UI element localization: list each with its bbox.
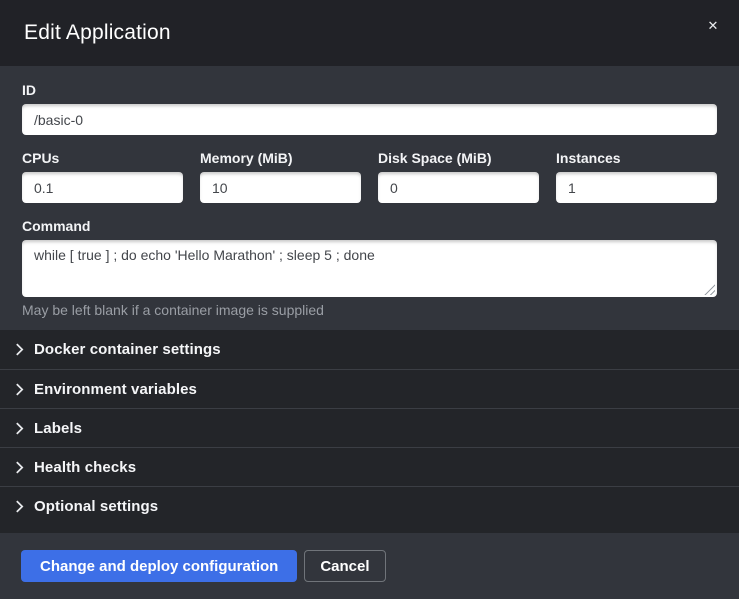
section-label: Environment variables bbox=[34, 381, 197, 398]
section-health-checks[interactable]: Health checks bbox=[0, 447, 739, 486]
chevron-right-icon bbox=[15, 343, 24, 356]
disk-input[interactable] bbox=[378, 172, 539, 203]
instances-label: Instances bbox=[556, 150, 717, 166]
command-label: Command bbox=[22, 218, 717, 234]
command-textarea[interactable]: while [ true ] ; do echo 'Hello Marathon… bbox=[22, 240, 717, 297]
section-environment-variables[interactable]: Environment variables bbox=[0, 369, 739, 408]
command-help-text: May be left blank if a container image i… bbox=[22, 302, 717, 318]
command-textarea-wrap: while [ true ] ; do echo 'Hello Marathon… bbox=[22, 240, 717, 297]
instances-input[interactable] bbox=[556, 172, 717, 203]
disk-label: Disk Space (MiB) bbox=[378, 150, 539, 166]
cpus-field-group: CPUs bbox=[22, 150, 183, 203]
section-label: Labels bbox=[34, 420, 82, 437]
chevron-right-icon bbox=[15, 500, 24, 513]
section-label: Optional settings bbox=[34, 498, 158, 515]
section-docker-container-settings[interactable]: Docker container settings bbox=[0, 330, 739, 369]
form-section: ID CPUs Memory (MiB) Disk Space (MiB) In… bbox=[0, 66, 739, 330]
id-field-group: ID bbox=[22, 82, 717, 135]
change-and-deploy-button[interactable]: Change and deploy configuration bbox=[21, 550, 297, 582]
memory-label: Memory (MiB) bbox=[200, 150, 361, 166]
cpus-input[interactable] bbox=[22, 172, 183, 203]
chevron-right-icon bbox=[15, 461, 24, 474]
modal-footer: Change and deploy configuration Cancel bbox=[0, 533, 739, 599]
cancel-button[interactable]: Cancel bbox=[304, 550, 385, 582]
disk-field-group: Disk Space (MiB) bbox=[378, 150, 539, 203]
chevron-right-icon bbox=[15, 383, 24, 396]
close-icon[interactable]: ✕ bbox=[703, 15, 723, 35]
memory-input[interactable] bbox=[200, 172, 361, 203]
command-field-group: Command while [ true ] ; do echo 'Hello … bbox=[22, 218, 717, 318]
modal-header: Edit Application ✕ bbox=[0, 0, 739, 66]
section-optional-settings[interactable]: Optional settings bbox=[0, 486, 739, 525]
section-label: Docker container settings bbox=[34, 341, 221, 358]
section-label: Health checks bbox=[34, 459, 136, 476]
resource-row: CPUs Memory (MiB) Disk Space (MiB) Insta… bbox=[22, 150, 717, 203]
section-labels[interactable]: Labels bbox=[0, 408, 739, 447]
accordion-sections: Docker container settings Environment va… bbox=[0, 330, 739, 533]
instances-field-group: Instances bbox=[556, 150, 717, 203]
edit-application-modal: Edit Application ✕ ID CPUs Memory (MiB) … bbox=[0, 0, 739, 599]
chevron-right-icon bbox=[15, 422, 24, 435]
id-label: ID bbox=[22, 82, 717, 98]
cpus-label: CPUs bbox=[22, 150, 183, 166]
id-input[interactable] bbox=[22, 104, 717, 135]
memory-field-group: Memory (MiB) bbox=[200, 150, 361, 203]
modal-title: Edit Application bbox=[24, 21, 171, 45]
